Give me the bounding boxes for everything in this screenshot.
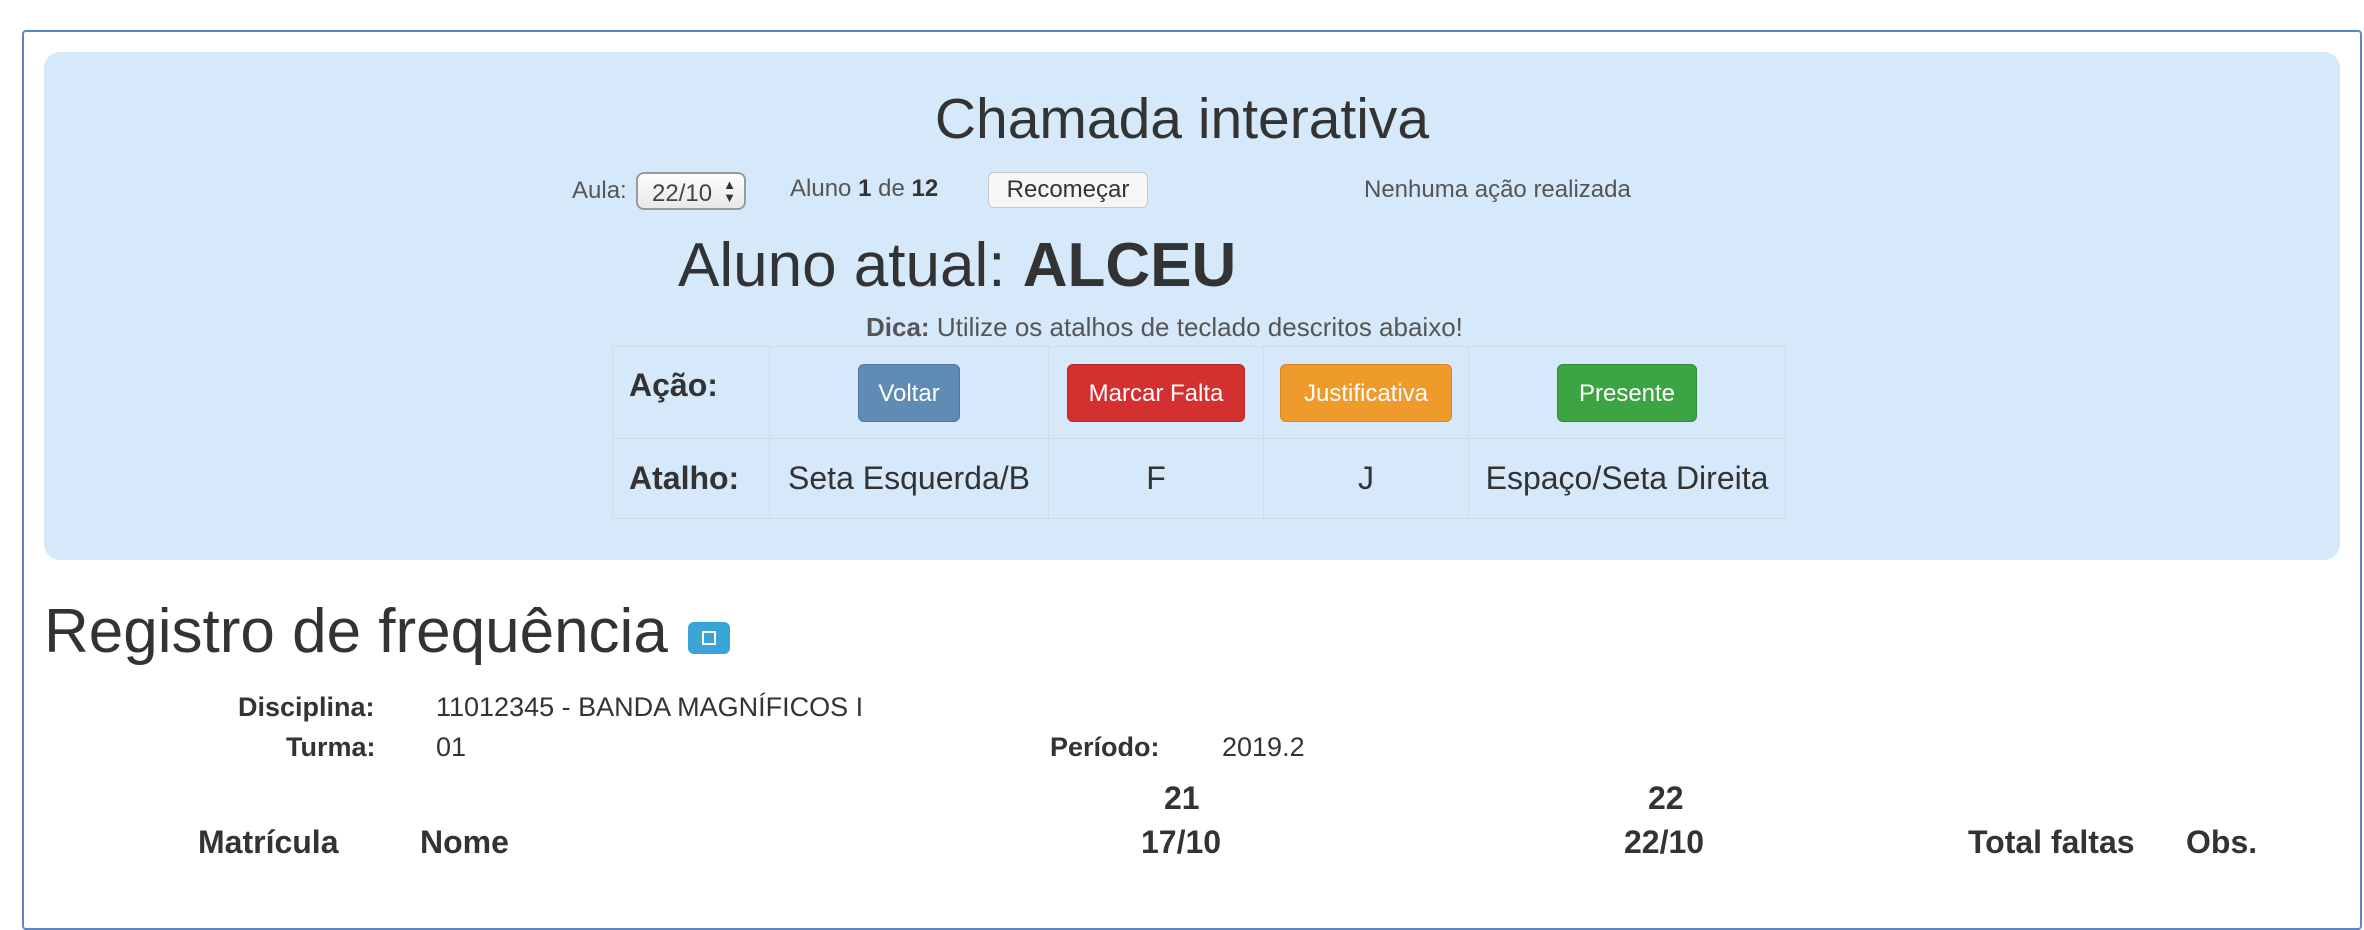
col-aula1-date[interactable]: 17/10 bbox=[1141, 824, 1221, 861]
tip-label: Dica: bbox=[866, 312, 930, 342]
col-aula2-number: 22 bbox=[1648, 780, 1684, 816]
shortcut-presente: Espaço/Seta Direita bbox=[1468, 438, 1786, 519]
present-button[interactable]: Presente bbox=[1557, 363, 1697, 422]
disciplina-label: Disciplina: bbox=[238, 692, 375, 722]
shortcut-justificativa: J bbox=[1263, 438, 1469, 519]
mark-absence-button[interactable]: Marcar Falta bbox=[1067, 363, 1245, 422]
action-row-label: Ação: bbox=[612, 346, 770, 439]
student-counter: Aluno 1 de 12 bbox=[790, 175, 938, 203]
shortcut-falta: F bbox=[1048, 438, 1264, 519]
action-cell-justificativa: Justificativa bbox=[1263, 346, 1469, 439]
actions-table: Ação: Voltar Marcar Falta Justificativa … bbox=[612, 346, 1786, 519]
student-counter-total: 12 bbox=[911, 175, 939, 202]
current-student-prefix: Aluno atual: bbox=[678, 231, 1006, 300]
student-counter-index: 1 bbox=[858, 175, 872, 202]
panel-title: Chamada interativa bbox=[934, 87, 1430, 151]
shortcut-row-label: Atalho: bbox=[612, 438, 770, 519]
keyboard-tip: Dica: Utilize os atalhos de teclado desc… bbox=[866, 312, 1463, 343]
aula-select-value: 22/10 bbox=[652, 180, 713, 207]
action-cell-presente: Presente bbox=[1468, 346, 1786, 439]
action-cell-voltar: Voltar bbox=[769, 346, 1049, 439]
current-student-name: ALCEU bbox=[1022, 231, 1237, 300]
disciplina-value: 11012345 - BANDA MAGNÍFICOS I bbox=[436, 692, 864, 722]
aula-select[interactable]: 22/10 ▲ ▼ bbox=[636, 172, 746, 210]
atalho-label: Atalho: bbox=[629, 460, 740, 496]
status-text: Nenhuma ação realizada bbox=[1364, 176, 1631, 203]
aula-label: Aula: bbox=[572, 177, 627, 204]
turma-value: 01 bbox=[436, 732, 467, 762]
shortcut-voltar: Seta Esquerda/B bbox=[769, 438, 1049, 519]
col-nome[interactable]: Nome bbox=[420, 824, 509, 861]
attendance-title: Registro de frequência bbox=[44, 597, 668, 666]
current-student: Aluno atual: ALCEU bbox=[678, 230, 1236, 301]
col-obs[interactable]: Obs. bbox=[2186, 824, 2257, 861]
col-aula1-number: 21 bbox=[1164, 780, 1200, 816]
col-total-faltas[interactable]: Total faltas bbox=[1968, 824, 2135, 861]
justification-button[interactable]: Justificativa bbox=[1280, 363, 1452, 422]
expand-square-icon[interactable] bbox=[688, 622, 730, 654]
action-cell-falta: Marcar Falta bbox=[1048, 346, 1264, 439]
periodo-value: 2019.2 bbox=[1222, 732, 1305, 762]
select-arrows-icon: ▲ ▼ bbox=[723, 177, 736, 205]
col-matricula[interactable]: Matrícula bbox=[198, 824, 338, 861]
student-counter-of: de bbox=[878, 175, 905, 202]
back-button[interactable]: Voltar bbox=[858, 363, 960, 422]
periodo-label: Período: bbox=[1050, 732, 1160, 762]
acao-label: Ação: bbox=[629, 367, 718, 403]
col-aula2-date[interactable]: 22/10 bbox=[1624, 824, 1704, 861]
turma-label: Turma: bbox=[286, 732, 376, 762]
tip-text: Utilize os atalhos de teclado descritos … bbox=[936, 312, 1463, 342]
student-counter-prefix: Aluno bbox=[790, 175, 852, 202]
restart-button[interactable]: Recomeçar bbox=[988, 172, 1148, 208]
